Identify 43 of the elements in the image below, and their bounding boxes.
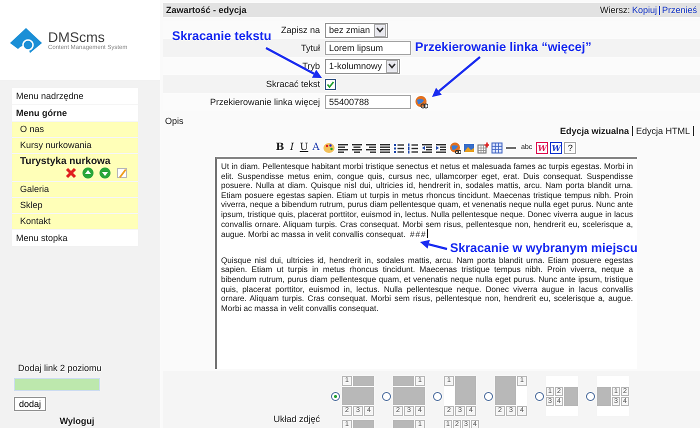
paragraph-text: Quisque nisl dui, ultricies id, hendrerit in, sodales mattis, arcu. Nam porta blandit urna. Etiam posuere egestas sapien. Etiam ut turpis in metus rhoncus tincidunt. Maecenas tristique tempus nibh. Proin viverra, neque a bibendum rutrum, purus diam pellentesque quam, et venenatis neque nulla eget purus. Nunc ante ipsum, tristique quis, placerat porttitor, euismod in, lectus. Nulla pellentesque neque. Donec viverra augue in lacus convallis ornare. Aliquam turpis. Cras consequat. Morbi sem risus, pellentesque non, hendrerit eu, scelerisque a, augue. Morbi ac massa in velit convallis consequat. (221, 256, 633, 314)
menu-section[interactable]: Menu stopka (12, 230, 138, 246)
menu-item[interactable]: Galeria (12, 182, 138, 197)
menu-section[interactable]: Menu nadrzędne (12, 88, 138, 104)
logo-name: DMScms (48, 29, 105, 45)
page-title: Zawartość - edycja (166, 5, 247, 15)
row-label: Wiersz: (600, 5, 630, 15)
header-link[interactable]: Przenieś (662, 5, 697, 15)
menu-item[interactable]: Kursy nurkowania (12, 138, 138, 153)
paste-word-button[interactable]: W (536, 142, 548, 154)
dropdown[interactable]: bez zmian (325, 22, 388, 38)
cut-marker: ### (410, 230, 426, 240)
annotation-text: Przekierowanie linka “więcej” (415, 40, 592, 54)
dropdown[interactable]: 1-kolumnowy (325, 58, 400, 74)
bold-button[interactable]: B (275, 142, 285, 153)
menu-item[interactable]: Kontakt (12, 214, 138, 229)
add-link-label: Dodaj link 2 poziomu (17, 363, 102, 375)
menu-item[interactable]: Sklep (12, 198, 138, 213)
help-button[interactable]: ? (564, 142, 576, 154)
menu-section[interactable]: Menu górne (12, 105, 138, 121)
field-label: Tytuł (300, 43, 320, 53)
field-label: Przekierowanie linka więcej (208, 97, 320, 107)
menu-item[interactable]: O nas (12, 122, 138, 137)
field-label: Zapisz na (280, 25, 320, 35)
text-field[interactable]: Lorem lipsum (325, 41, 411, 55)
paragraph-text: Ut in diam. Pellentesque habitant morbi tristique senectus et netus et malesuada fames ac turpis egestas. Morbi in elit. Suspendisse metus enim, congue quis, cursus nec, ullamcorper eget, erat. Duis consequat. Suspendisse posuere. Nulla at diam. Quisque nisl dui, ultricies id, hendrerit in, sodales mattis, arcu. Nam porta blandit urna. Etiam posuere egestas sapien. Etiam ut turpis in metus rhoncus tincidunt. Maecenas tristique tempus nibh. Proin viverra, neque a bibendum rutrum, purus diam pellentesque quam, et venenatis neque nulla eget purus. Nunc ante ipsum, tristique quis, placerat porttitor, euismod in, lectus. Nulla pellentesque neque. Donec viverra augue in lacus convallis ornare. Aliquam turpis. Cras consequat. Morbi sem risus, pellentesque non, hendrerit eu, scelerisque a, augue. Morbi ac massa in velit convallis consequat. ### (221, 162, 633, 240)
description-label: Opis (165, 116, 184, 126)
underline-button[interactable]: U (299, 142, 309, 153)
add-button[interactable]: dodaj (14, 397, 46, 411)
text-field[interactable]: 55400788 (325, 95, 411, 109)
italic-button[interactable]: I (287, 142, 297, 153)
annotation-text: Skracanie tekstu (172, 29, 272, 43)
paste-word-button[interactable]: W (550, 142, 562, 154)
photo-layout-label: Układ zdjęć (272, 413, 320, 424)
editor-tab[interactable]: Edycja HTML (632, 126, 694, 136)
header-link[interactable]: Kopiuj (632, 5, 657, 15)
menu-item[interactable]: Turystyka nurkowa (12, 154, 138, 181)
field-label: Tryb (301, 61, 320, 71)
logout-link[interactable]: Wyloguj (60, 416, 94, 426)
annotation-text: Skracanie w wybranym miejscu (450, 241, 638, 255)
editor-tab[interactable]: Edycja wizualna (556, 126, 633, 136)
field-label: Skracać tekst (264, 79, 320, 89)
font-color-button[interactable]: A (311, 142, 321, 153)
